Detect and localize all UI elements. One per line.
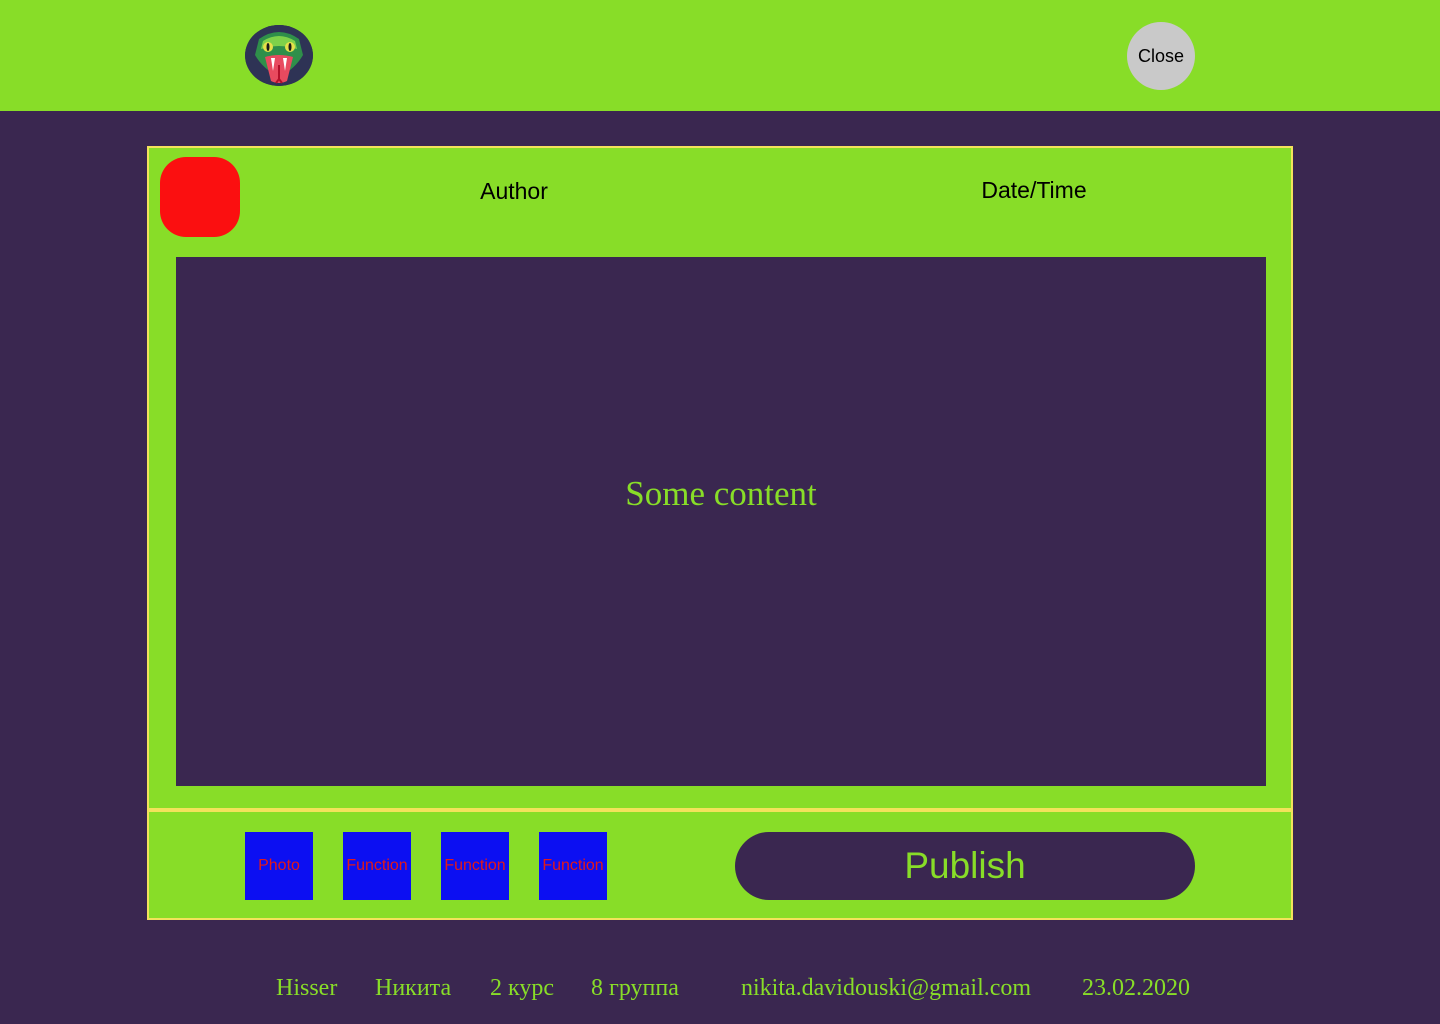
- post-content-area[interactable]: Some content: [176, 257, 1266, 786]
- footer-app-name: Hisser: [276, 975, 338, 1001]
- author-label: Author: [480, 178, 548, 204]
- avatar[interactable]: [160, 157, 240, 237]
- photo-button[interactable]: Photo: [245, 832, 313, 900]
- function-button-2[interactable]: Function: [441, 832, 509, 900]
- footer-course: 2 курс: [490, 975, 554, 1001]
- post-toolbar: Photo Function Function Function Publish: [147, 810, 1293, 920]
- footer-group: 8 группа: [591, 975, 679, 1001]
- close-button[interactable]: Close: [1127, 22, 1195, 90]
- post-card: Author Date/Time Some content: [147, 146, 1293, 810]
- datetime-label: Date/Time: [981, 177, 1087, 203]
- publish-button[interactable]: Publish: [735, 832, 1195, 900]
- top-bar: Close: [0, 0, 1440, 111]
- footer: Hisser Никита 2 курс 8 группа nikita.dav…: [0, 975, 1440, 1009]
- footer-author-name: Никита: [375, 975, 452, 1001]
- function-button-3[interactable]: Function: [539, 832, 607, 900]
- post-content-text: Some content: [625, 473, 817, 513]
- footer-date: 23.02.2020: [1082, 975, 1190, 1001]
- function-button-1[interactable]: Function: [343, 832, 411, 900]
- footer-email[interactable]: nikita.davidouski@gmail.com: [741, 975, 1031, 1002]
- snake-logo-icon[interactable]: [245, 25, 313, 86]
